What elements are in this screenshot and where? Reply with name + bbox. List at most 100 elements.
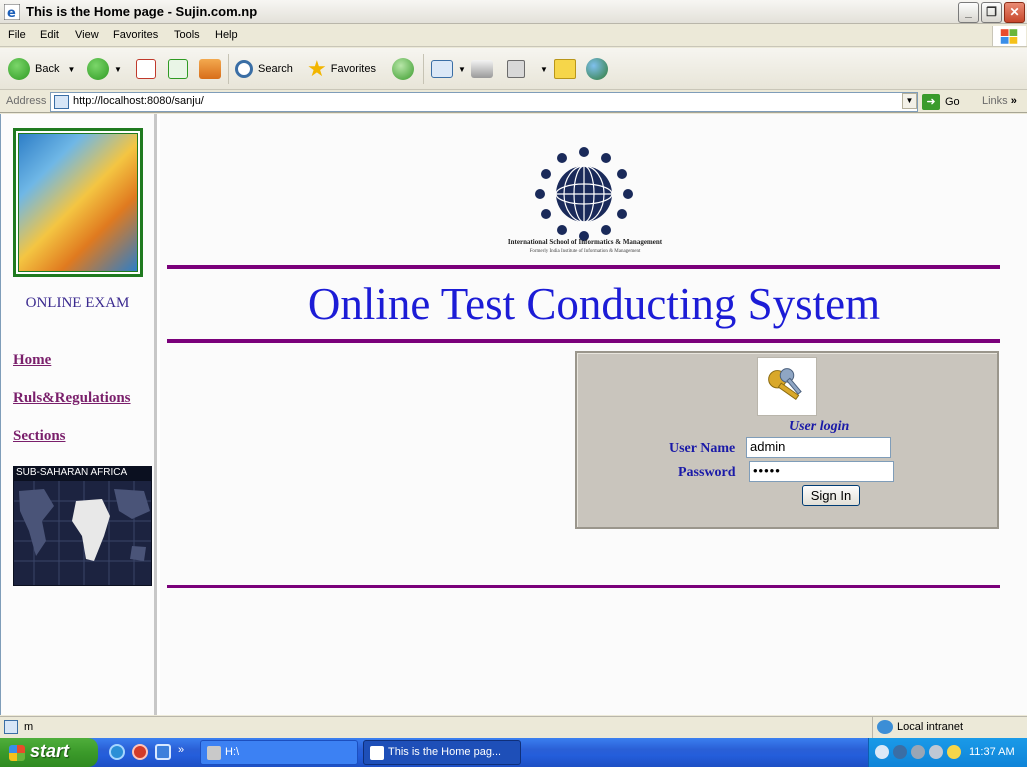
windows-flag-icon	[9, 745, 25, 761]
start-button[interactable]: start	[0, 738, 98, 767]
print-button[interactable]	[471, 55, 498, 83]
africa-map-image: SUB-SAHARAN AFRICA	[13, 466, 152, 586]
menu-tools[interactable]: Tools	[174, 29, 200, 41]
tray-expand-icon[interactable]	[875, 745, 889, 759]
school-emblem-image	[535, 147, 633, 241]
title-bar: e This is the Home page - Sujin.com.np _…	[0, 0, 1027, 24]
history-button[interactable]	[392, 55, 419, 83]
divider-bottom	[167, 585, 1000, 588]
svg-text:e: e	[7, 6, 16, 20]
volume-icon[interactable]	[911, 745, 925, 759]
quick-launch-ie-icon[interactable]	[109, 744, 125, 760]
status-bar: m Local intranet	[0, 716, 1027, 738]
pen-writing-image	[18, 133, 138, 272]
address-dropdown-icon[interactable]: ▼	[902, 93, 917, 109]
taskbar: start » H:\ This is the Home pag... 11:3…	[0, 738, 1027, 767]
toolbar-separator	[228, 54, 229, 84]
ie-page-icon	[370, 746, 384, 760]
network-icon[interactable]	[893, 745, 907, 759]
internet-explorer-icon: e	[4, 4, 20, 20]
password-input[interactable]: •••••	[749, 461, 894, 482]
menu-edit[interactable]: Edit	[40, 29, 59, 41]
note-icon	[554, 59, 576, 79]
ie-window: e This is the Home page - Sujin.com.np _…	[0, 0, 1027, 767]
nav-link-home[interactable]: Home	[13, 352, 51, 369]
maximize-button[interactable]: ❐	[981, 2, 1002, 23]
divider-middle	[167, 339, 1000, 343]
sign-in-button[interactable]: Sign In	[802, 485, 860, 506]
edit-page-icon	[507, 60, 525, 78]
status-text: m	[24, 721, 34, 733]
forward-button[interactable]: ▼	[87, 55, 122, 83]
nav-link-rules-regulations[interactable]: Ruls&Regulations	[13, 390, 131, 407]
messenger-button[interactable]	[586, 55, 613, 83]
menu-help[interactable]: Help	[215, 29, 238, 41]
discuss-button[interactable]	[554, 55, 581, 83]
site-logo-image	[13, 128, 143, 277]
messenger-tray-icon[interactable]	[929, 745, 943, 759]
printer-icon	[471, 60, 493, 78]
minimize-button[interactable]: _	[958, 2, 979, 23]
security-zone: Local intranet	[872, 717, 1027, 738]
window-title: This is the Home page - Sujin.com.np	[26, 4, 258, 19]
clock: 11:37 AM	[969, 746, 1015, 758]
search-button[interactable]: Search	[235, 55, 293, 83]
star-icon: ★	[307, 56, 327, 81]
toolbar: Back ▼ ▼ Search ★ Favorites ▼ ▼	[0, 48, 1027, 90]
taskbar-item-browser[interactable]: This is the Home pag...	[363, 740, 521, 765]
back-button[interactable]: Back ▼	[8, 55, 75, 83]
nav-link-sections[interactable]: Sections	[13, 428, 66, 445]
favorites-button[interactable]: ★ Favorites	[307, 55, 376, 83]
links-button[interactable]: Links »	[982, 95, 1017, 107]
search-icon	[235, 60, 253, 78]
stop-icon	[136, 59, 156, 79]
edit-button[interactable]: ▼	[507, 55, 548, 83]
sidebar-section-title: ONLINE EXAM	[25, 295, 130, 311]
quick-launch-explorer-icon[interactable]	[155, 744, 171, 760]
mail-button[interactable]: ▼	[431, 55, 466, 83]
stop-button[interactable]	[136, 55, 161, 83]
home-button[interactable]	[199, 55, 226, 83]
quick-launch-media-icon[interactable]	[132, 744, 148, 760]
close-button[interactable]: ✕	[1004, 2, 1025, 23]
login-panel: User login User Name admin Password ••••…	[575, 351, 999, 529]
forward-arrow-icon	[87, 58, 109, 80]
mail-icon	[431, 60, 453, 78]
world-map-icon	[14, 481, 151, 585]
back-arrow-icon	[8, 58, 30, 80]
page-icon	[54, 95, 69, 109]
keys-icon	[757, 357, 817, 416]
menu-view[interactable]: View	[75, 29, 99, 41]
page-content: ONLINE EXAM Home Ruls&Regulations Sectio…	[0, 114, 1027, 715]
menu-bar: File Edit View Favorites Tools Help	[0, 25, 1027, 47]
school-name: International School of Informatics & Ma…	[507, 238, 663, 246]
mail-dropdown-icon[interactable]: ▼	[458, 65, 466, 74]
address-bar: Address http://localhost:8080/sanju/ ▼ ➜…	[0, 91, 1027, 113]
main-area: International School of Informatics & Ma…	[160, 114, 1027, 715]
username-input[interactable]: admin	[746, 437, 891, 458]
toolbar-separator	[423, 54, 424, 84]
go-arrow-icon: ➜	[922, 94, 940, 110]
messenger-icon	[586, 58, 608, 80]
globe-icon	[877, 720, 893, 734]
quick-launch-more-icon[interactable]: »	[178, 744, 184, 756]
windows-logo-icon	[992, 26, 1026, 46]
address-label: Address	[6, 95, 47, 107]
go-button[interactable]: ➜ Go	[922, 94, 960, 110]
menu-file[interactable]: File	[8, 29, 26, 41]
forward-dropdown-icon[interactable]: ▼	[114, 65, 122, 74]
map-title: SUB-SAHARAN AFRICA	[14, 467, 151, 481]
edit-dropdown-icon[interactable]: ▼	[540, 65, 548, 74]
system-tray: 11:37 AM	[868, 738, 1027, 767]
update-icon[interactable]	[947, 745, 961, 759]
address-input[interactable]: http://localhost:8080/sanju/	[50, 92, 918, 112]
taskbar-item-drive[interactable]: H:\	[200, 740, 358, 765]
refresh-icon	[168, 59, 188, 79]
school-affiliation: Formerly India Institute of Information …	[529, 249, 641, 254]
history-icon	[392, 58, 414, 80]
username-label: User Name	[669, 441, 736, 456]
menu-favorites[interactable]: Favorites	[113, 29, 158, 41]
page-status-icon	[4, 720, 18, 734]
back-dropdown-icon[interactable]: ▼	[67, 65, 75, 74]
refresh-button[interactable]	[168, 55, 193, 83]
